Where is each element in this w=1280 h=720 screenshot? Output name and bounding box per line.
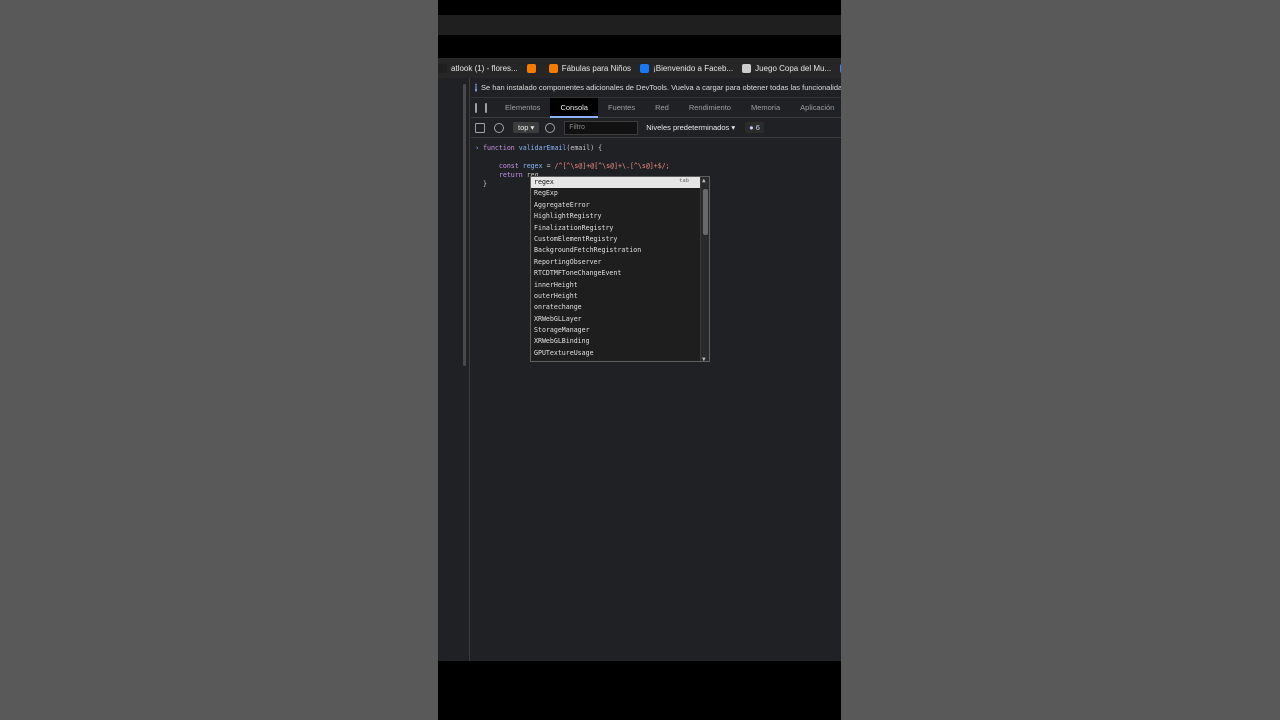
function-params: (email) { <box>566 144 603 152</box>
tab-elementos[interactable]: Elementos <box>495 98 550 118</box>
background-right <box>841 0 1280 720</box>
issues-badge[interactable]: ● 6 <box>745 122 764 133</box>
autocomplete-item[interactable]: innerHeight <box>531 280 709 291</box>
bookmark-label: Fábulas para Niños <box>561 63 632 73</box>
info-bar: i Se han instalado componentes adicional… <box>471 78 841 98</box>
prompt-chevron-icon: › <box>475 144 480 152</box>
keen-icon <box>840 63 841 73</box>
autocomplete-dropdown: tab ▲ ▼ regex RegExp AggregateError Highlig… <box>530 176 710 362</box>
devtools-panel: i Se han instalado componentes adicional… <box>438 78 841 661</box>
regex-literal: /^[^\s@]+@[^\s@]+\.[^\s@]+$/; <box>554 162 670 170</box>
gutter-scrollbar[interactable] <box>463 84 466 366</box>
issues-count: 6 <box>755 123 760 132</box>
autocomplete-tab-hint: tab <box>679 178 689 184</box>
bookmarks-bar: atlook (1) - flores... Fábulas para Niños… <box>438 58 841 78</box>
tab-red[interactable]: Red <box>645 98 679 118</box>
bookmark-label: ¡Bienvenido a Faceb... <box>653 63 734 73</box>
autocomplete-item[interactable]: BackgroundFetchRegistration <box>531 245 709 256</box>
keyword-return: return <box>498 171 523 179</box>
autocomplete-item[interactable]: outerHeight <box>531 291 709 302</box>
code-line-2: const regex = /^[^\s@]+@[^\s@]+\.[^\s@]+… <box>483 162 841 171</box>
tab-memoria[interactable]: Memoria <box>741 98 790 118</box>
info-icon: i <box>475 83 477 92</box>
autocomplete-item[interactable]: RegExp <box>531 188 709 199</box>
context-selector[interactable]: top ▾ <box>513 122 540 133</box>
equals-sign: = <box>542 162 555 170</box>
devtools-left-gutter <box>438 78 470 661</box>
tab-consola[interactable]: Consola <box>550 97 598 118</box>
browser-top-strip <box>438 15 841 35</box>
clear-console-icon[interactable] <box>494 122 504 133</box>
info-text: Se han instalado componentes adicionales… <box>480 83 841 92</box>
tab-rendimiento[interactable]: Rendimiento <box>679 98 741 118</box>
closing-brace: } <box>483 180 487 188</box>
bookmark-label: Juego Copa del Mu... <box>755 63 832 73</box>
tab-aplicacion[interactable]: Aplicación <box>790 98 841 118</box>
autocomplete-item[interactable]: CustomElementRegistry <box>531 234 709 245</box>
levels-label: Niveles predeterminados <box>646 123 730 132</box>
blogger-icon <box>526 63 536 73</box>
autocomplete-item[interactable]: RTCDTMFToneChangeEvent <box>531 268 709 279</box>
autocomplete-item[interactable]: FinalizationRegistry <box>531 223 709 234</box>
device-toolbar-icon[interactable] <box>485 102 487 113</box>
bookmark-item[interactable]: ¡Bienvenido a Faceb... <box>640 63 734 73</box>
devtools-tabs: Elementos Consola Fuentes Red Rendimient… <box>471 97 841 118</box>
page-icon <box>742 63 752 73</box>
autocomplete-item[interactable]: AggregateError <box>531 200 709 211</box>
autocomplete-item[interactable]: XRWebGLLayer <box>531 314 709 325</box>
inspect-element-icon[interactable] <box>475 102 477 113</box>
devtools-main: i Se han instalado componentes adicional… <box>471 78 841 661</box>
autocomplete-item[interactable]: GPUTextureUsage <box>531 348 709 359</box>
background-left <box>0 0 438 720</box>
bookmark-item[interactable] <box>526 63 540 73</box>
levels-dropdown[interactable]: Niveles predeterminados ▾ <box>646 123 735 132</box>
eye-icon[interactable] <box>545 122 556 133</box>
autocomplete-item[interactable]: StorageManager <box>531 325 709 336</box>
facebook-icon <box>640 63 650 73</box>
keyword-const: const <box>498 162 519 170</box>
sidebar-toggle-icon[interactable] <box>475 122 485 133</box>
bookmark-item[interactable]: atlook (1) - flores... <box>438 63 518 73</box>
scroll-thumb[interactable] <box>703 189 708 235</box>
bookmark-label: atlook (1) - flores... <box>451 63 518 73</box>
bookmark-item[interactable]: Fábulas para Niños <box>548 63 632 73</box>
tab-fuentes[interactable]: Fuentes <box>598 98 645 118</box>
blogger-icon <box>548 63 558 73</box>
autocomplete-item[interactable]: ReportingObserver <box>531 257 709 268</box>
scroll-down-icon[interactable]: ▼ <box>702 356 706 361</box>
outlook-icon <box>438 63 447 73</box>
code-line-1: function validarEmail(email) { <box>483 144 841 153</box>
filter-input[interactable]: Filtro <box>564 120 639 135</box>
keyword-function: function <box>483 144 515 152</box>
scroll-up-icon[interactable]: ▲ <box>702 177 706 184</box>
function-name: validarEmail <box>518 144 567 152</box>
autocomplete-scrollbar[interactable]: ▲ ▼ <box>700 177 709 361</box>
screen-frame: atlook (1) - flores... Fábulas para Niños… <box>438 0 841 720</box>
bookmark-item[interactable]: KEEN <box>840 63 841 73</box>
console-toolbar: top ▾ Filtro Niveles predeterminados ▾ ●… <box>471 118 841 138</box>
autocomplete-item[interactable]: XRWebGLBinding <box>531 336 709 347</box>
bookmark-item[interactable]: Juego Copa del Mu... <box>742 63 832 73</box>
autocomplete-item[interactable]: HighlightRegistry <box>531 211 709 222</box>
autocomplete-item[interactable]: onratechange <box>531 302 709 313</box>
variable-regex: regex <box>522 162 543 170</box>
context-label: top <box>518 123 529 132</box>
